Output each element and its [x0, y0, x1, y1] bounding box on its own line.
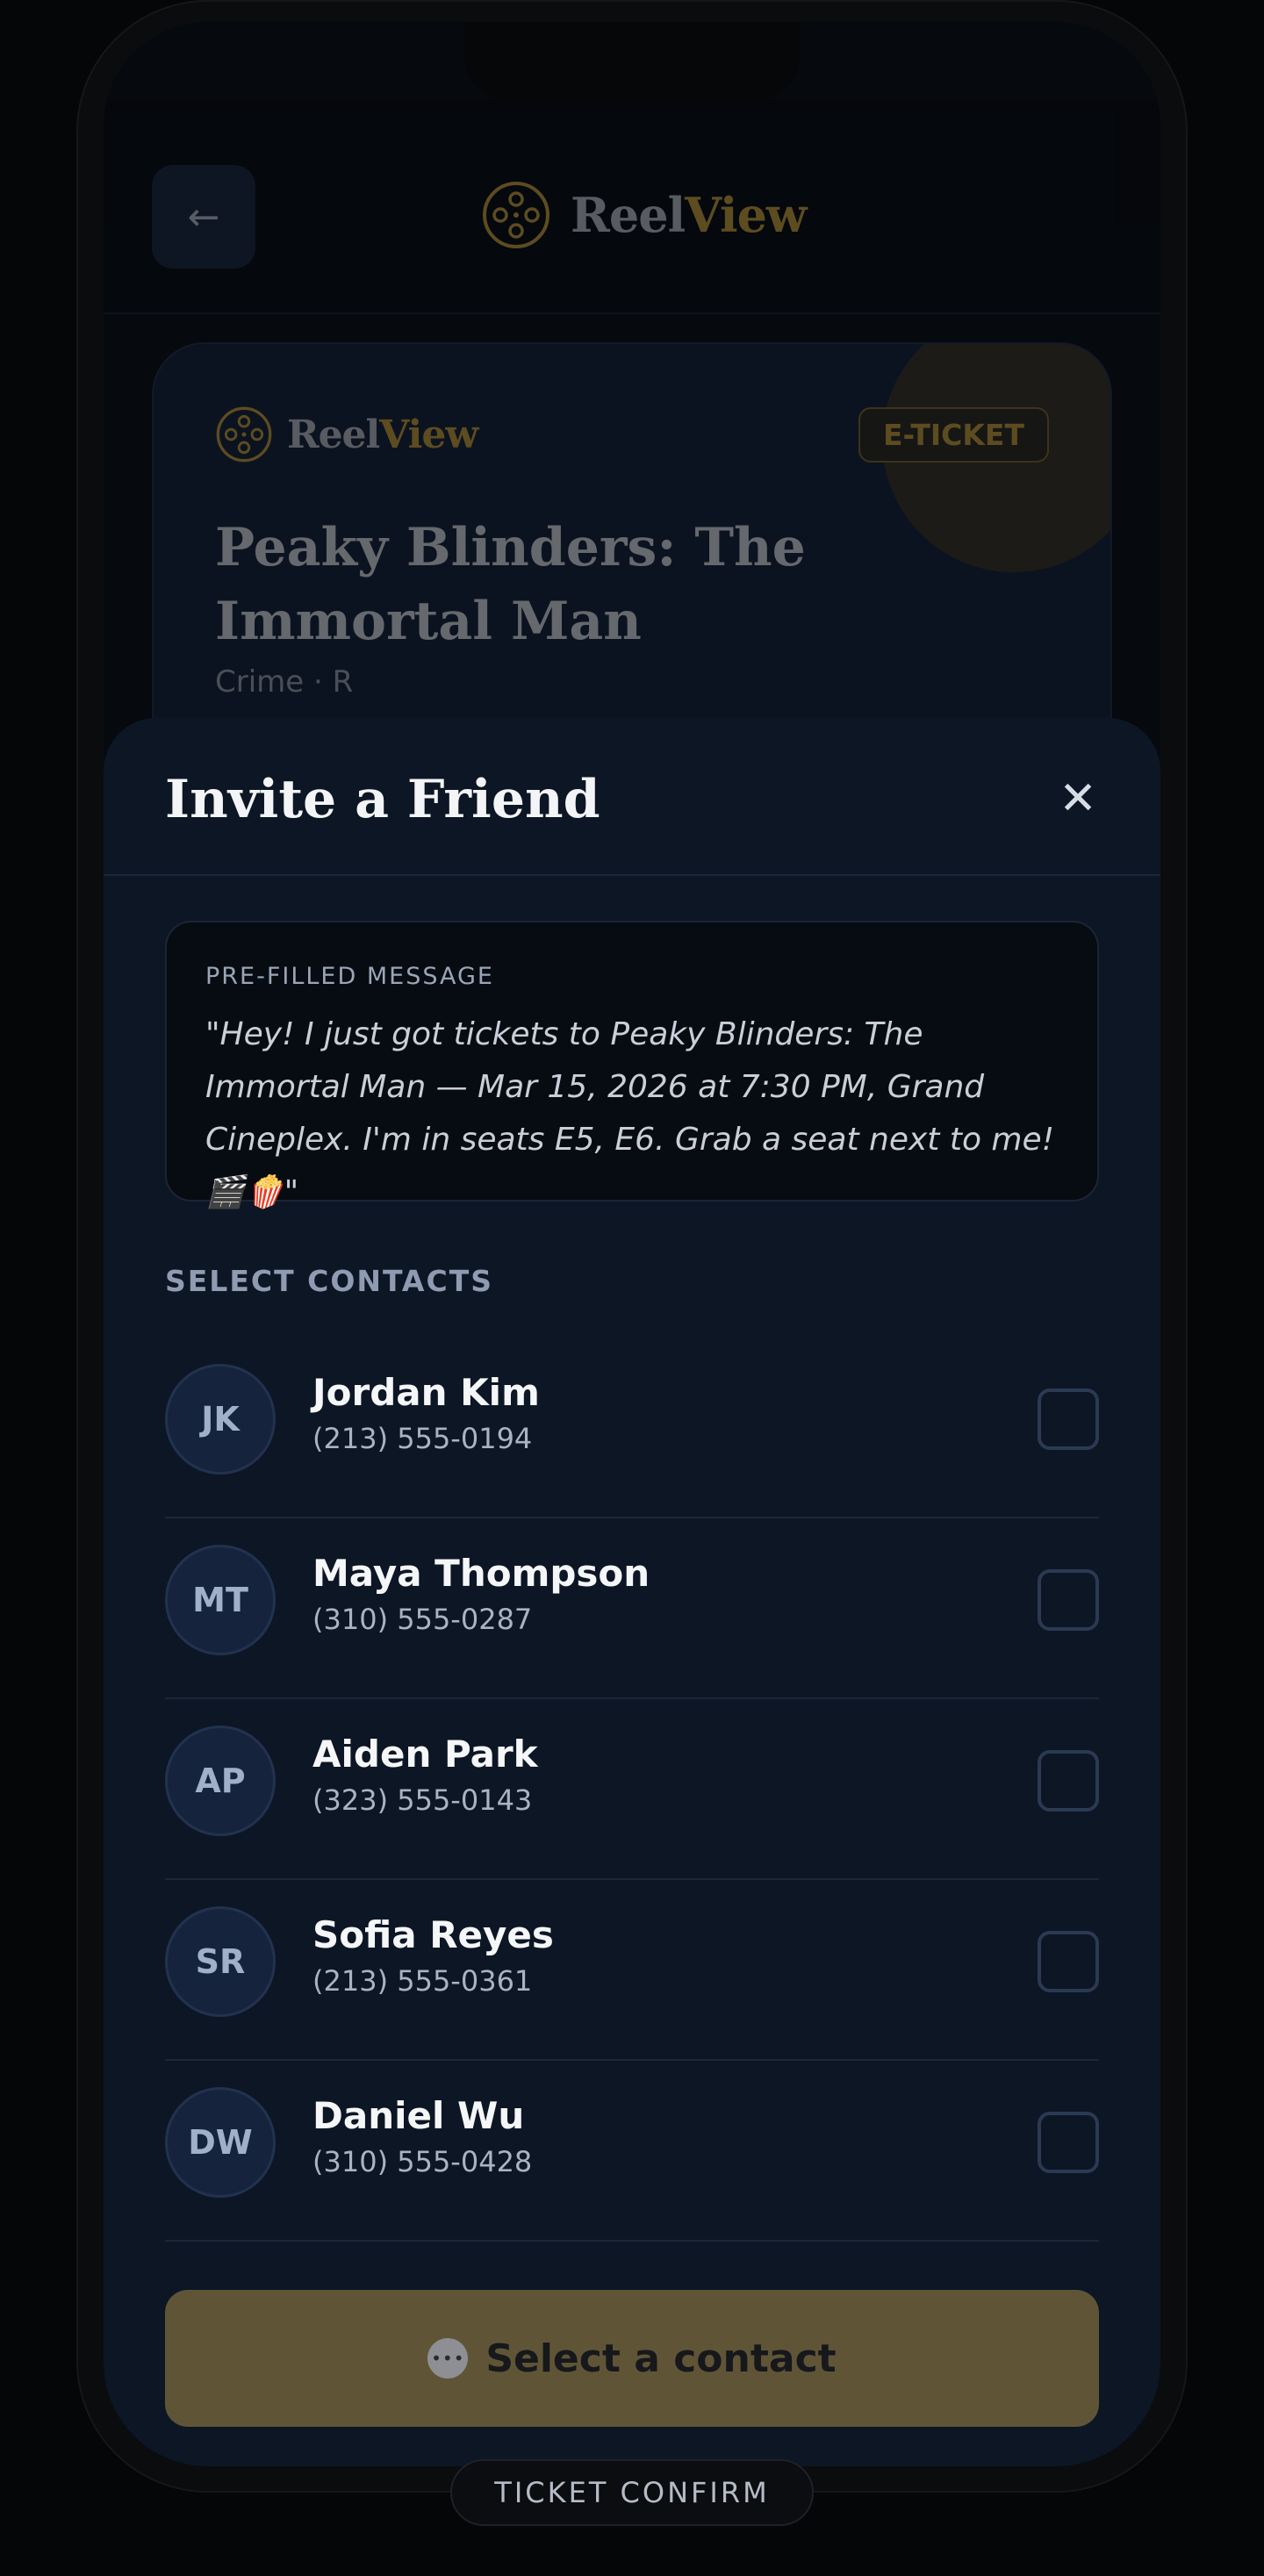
sheet-title: Invite a Friend [165, 769, 600, 830]
ticket-brand-part2: View [379, 412, 478, 457]
chat-bubble-icon: ••• [427, 2338, 469, 2379]
sheet-header: Invite a Friend ✕ [104, 718, 1160, 876]
top-app-bar: ← ReelView [104, 99, 1160, 314]
ticket-brand-name: ReelView [287, 413, 478, 457]
brand-name-part2: View [685, 187, 807, 243]
avatar: JK [165, 1364, 276, 1475]
brand-name: ReelView [571, 187, 807, 243]
prefilled-message-text: "Hey! I just got tickets to Peaky Blinde… [205, 1016, 1055, 1210]
contact-checkbox[interactable] [1038, 2112, 1099, 2173]
ticket-brand-part1: Reel [287, 412, 380, 457]
contact-phone: (323) 555-0143 [312, 1783, 533, 1817]
contact-row[interactable]: JK Jordan Kim (213) 555-0194 [165, 1338, 1099, 1518]
contact-name: Maya Thompson [312, 1552, 650, 1595]
contact-row[interactable]: AP Aiden Park (323) 555-0143 [165, 1699, 1099, 1880]
avatar: SR [165, 1906, 276, 2017]
contact-phone: (310) 555-0287 [312, 1603, 533, 1636]
contact-checkbox[interactable] [1038, 1388, 1099, 1450]
film-reel-icon [483, 182, 549, 248]
contact-name: Sofia Reyes [312, 1913, 554, 1956]
select-contact-label: Select a contact [485, 2336, 837, 2381]
contact-name: Daniel Wu [312, 2094, 525, 2137]
movie-meta: Crime · R [215, 664, 354, 700]
contact-checkbox[interactable] [1038, 1569, 1099, 1631]
back-arrow-icon: ← [187, 194, 220, 240]
brand-name-part1: Reel [571, 187, 686, 243]
ticket-brand: ReelView [215, 405, 478, 463]
close-button[interactable]: ✕ [1050, 771, 1106, 827]
contact-row[interactable]: DW Daniel Wu (310) 555-0428 [165, 2061, 1099, 2242]
contacts-list: JK Jordan Kim (213) 555-0194 MT Maya Tho… [165, 1338, 1099, 2242]
contact-checkbox[interactable] [1038, 1931, 1099, 1992]
close-icon: ✕ [1059, 772, 1097, 825]
invite-friend-sheet: Invite a Friend ✕ PRE-FILLED MESSAGE "He… [104, 718, 1160, 2466]
contact-checkbox[interactable] [1038, 1750, 1099, 1812]
avatar: DW [165, 2087, 276, 2198]
prefilled-message-box: PRE-FILLED MESSAGE "Hey! I just got tick… [165, 921, 1099, 1210]
contact-row[interactable]: SR Sofia Reyes (213) 555-0361 [165, 1880, 1099, 2061]
back-button[interactable]: ← [152, 165, 255, 269]
contact-phone: (310) 555-0428 [312, 2145, 533, 2178]
contact-phone: (213) 555-0361 [312, 1964, 533, 1998]
phone-screen: ← ReelView ReelView E-TICKET Peaky Blind… [104, 22, 1160, 2466]
phone-notch [463, 22, 801, 99]
contact-name: Aiden Park [312, 1733, 538, 1776]
avatar: AP [165, 1726, 276, 1836]
select-contact-button[interactable]: ••• Select a contact [165, 2290, 1099, 2427]
ticket-confirm-pill: TICKET CONFIRM [450, 2459, 814, 2526]
select-contacts-label: SELECT CONTACTS [165, 1264, 493, 1298]
movie-title: Peaky Blinders: The Immortal Man [215, 517, 806, 652]
prefilled-message-label: PRE-FILLED MESSAGE [205, 963, 494, 990]
film-reel-icon [216, 406, 272, 463]
avatar: MT [165, 1545, 276, 1655]
contact-phone: (213) 555-0194 [312, 1422, 533, 1455]
contact-row[interactable]: MT Maya Thompson (310) 555-0287 [165, 1518, 1099, 1699]
eticket-badge: E-TICKET [858, 407, 1049, 463]
app-brand: ReelView [481, 180, 807, 250]
contact-name: Jordan Kim [312, 1371, 540, 1414]
